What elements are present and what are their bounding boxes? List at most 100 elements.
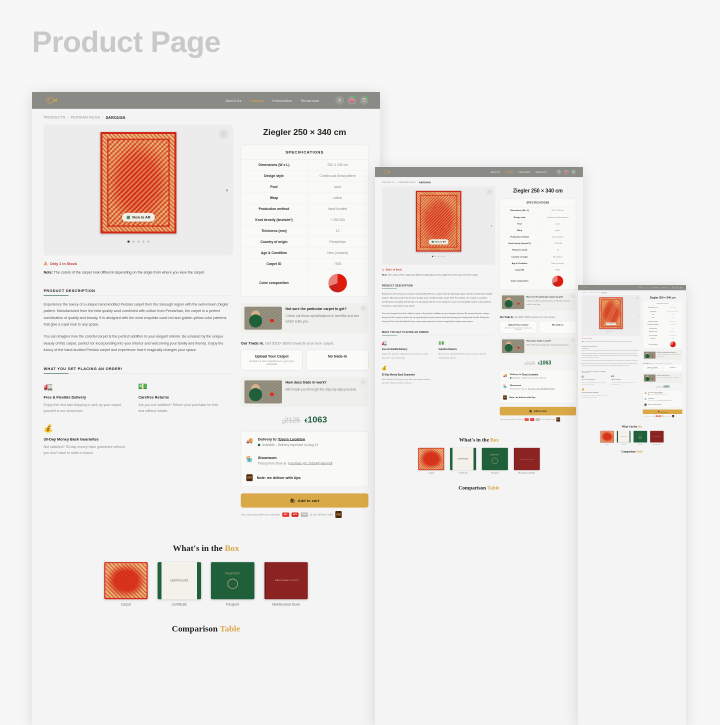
breadcrumb-item[interactable]: PERSIAN RUGS — [71, 115, 100, 119]
nav-link-information[interactable]: Information — [519, 171, 531, 174]
carpet-image[interactable]: ▣ View in AR — [599, 297, 623, 329]
menu-icon[interactable]: ☰ — [359, 95, 369, 105]
chevron-right-icon[interactable]: › — [226, 186, 228, 194]
nav-link-carpets[interactable]: Carpets — [646, 287, 650, 288]
breadcrumb-item[interactable]: PERSIAN RUGS — [590, 292, 599, 293]
video-thumbnail[interactable] — [244, 380, 282, 404]
no-tradein-button[interactable]: No trade-in — [539, 321, 577, 334]
close-circle-icon[interactable]: × — [571, 294, 575, 298]
upload-carpet-button[interactable]: Upload Your Carpet Answer a few question… — [240, 349, 303, 371]
play-icon[interactable] — [651, 378, 654, 380]
search-icon[interactable]: ⚲ — [672, 286, 675, 289]
video-thumbnail[interactable] — [643, 351, 656, 359]
breadcrumb-item[interactable]: SAROUGH — [419, 181, 431, 183]
nav-link-showroom[interactable]: Showroom — [301, 98, 319, 102]
delivery-row[interactable]: 🏪 Showroom Pickup from store at Facetlaa… — [499, 382, 576, 393]
menu-icon[interactable]: ☰ — [679, 286, 683, 289]
carousel-dot[interactable] — [132, 240, 135, 243]
nav-link-about-us[interactable]: About Us — [225, 98, 241, 102]
nav-link-about-us[interactable]: About Us — [638, 287, 643, 288]
close-circle-icon[interactable]: × — [680, 351, 682, 353]
promo-card-tradein[interactable]: How does trade in work? We'll walk you t… — [240, 376, 369, 407]
heart-icon[interactable]: ♡ — [635, 296, 640, 300]
close-circle-icon[interactable]: × — [571, 338, 575, 342]
play-icon[interactable] — [270, 319, 274, 323]
carpet-image[interactable]: ▣ View in AR — [100, 132, 177, 234]
no-tradein-button[interactable]: No trade-in — [306, 349, 369, 371]
add-to-cart-button[interactable]: 🛍 Add to cart — [499, 406, 577, 416]
video-thumbnail[interactable] — [501, 339, 525, 354]
delivery-link[interactable]: *Users Location — [522, 373, 538, 375]
upload-carpet-button[interactable]: Upload Your Carpet Answer a few question… — [499, 321, 537, 334]
carousel-dot[interactable] — [432, 255, 434, 258]
promo-card-specs[interactable]: Not sure the particular carpet to get? C… — [240, 303, 369, 334]
carousel-dot[interactable] — [440, 255, 443, 258]
carousel-dot[interactable] — [613, 331, 615, 332]
video-thumbnail[interactable] — [501, 295, 525, 310]
close-circle-icon[interactable]: × — [680, 374, 682, 376]
product-gallery[interactable]: ♡ › ▣ View in AR — [581, 295, 641, 336]
product-gallery[interactable]: ♡ › ▣ View in AR — [43, 124, 234, 256]
store-address-link[interactable]: Facetlaan 49, 2663AR Bemeldt — [528, 388, 554, 390]
heart-icon[interactable]: ♡ — [486, 189, 493, 196]
add-to-cart-button[interactable]: 🛍 Add to cart — [642, 409, 683, 414]
menu-icon[interactable]: ☰ — [570, 169, 577, 175]
view-in-ar-button[interactable]: ▣ View in AR — [605, 322, 617, 326]
breadcrumb-item[interactable]: PRODUCTS — [382, 181, 395, 183]
breadcrumb-item[interactable]: PRODUCTS — [44, 115, 66, 119]
cart-icon[interactable]: 👛 — [347, 95, 357, 105]
carousel-dot[interactable] — [137, 240, 140, 243]
promo-card-tradein[interactable]: How does trade in work? We'll walk you t… — [499, 337, 577, 356]
video-thumbnail[interactable] — [643, 374, 656, 382]
store-address-link[interactable]: Facetlaan 49, 2663AR Bemeldt — [288, 462, 332, 465]
view-in-ar-button[interactable]: ▣ View in AR — [428, 239, 449, 245]
video-thumbnail[interactable] — [244, 306, 282, 330]
breadcrumb-item[interactable]: SAROUGH — [106, 115, 126, 119]
breadcrumb-item[interactable]: PERSIAN RUGS — [398, 181, 416, 183]
play-icon[interactable] — [270, 392, 274, 396]
promo-card-specs[interactable]: Not sure the particular carpet to get? C… — [499, 293, 577, 312]
nav-link-carpets[interactable]: Carpets — [250, 98, 264, 102]
breadcrumb-item[interactable]: PRODUCTS — [582, 292, 589, 293]
store-address-link[interactable]: Facetlaan 49, 2663AR Bemeldt — [657, 400, 671, 401]
add-to-cart-button[interactable]: 🛍 Add to cart — [240, 493, 369, 508]
delivery-link[interactable]: *Users Location — [277, 437, 305, 441]
view-in-ar-button[interactable]: ▣ View in AR — [121, 212, 155, 222]
nav-link-showroom[interactable]: Showroom — [661, 287, 667, 288]
carousel-dot[interactable] — [142, 240, 145, 243]
play-icon[interactable] — [651, 355, 654, 357]
carousel-dot[interactable] — [147, 240, 150, 243]
nav-link-information[interactable]: Information — [272, 98, 291, 102]
close-circle-icon[interactable]: × — [360, 306, 366, 311]
heart-icon[interactable]: ♡ — [218, 129, 229, 139]
promo-card-specs[interactable]: Not sure the particular carpet to get? C… — [642, 350, 683, 360]
nav-link-about-us[interactable]: About Us — [491, 171, 501, 174]
carousel-dot[interactable] — [127, 240, 130, 243]
chevron-right-icon[interactable]: › — [638, 314, 639, 316]
upload-carpet-button[interactable]: Upload Your Carpet Answer a few question… — [642, 365, 662, 372]
nav-link-showroom[interactable]: Showroom — [536, 171, 547, 174]
search-icon[interactable]: ⚲ — [335, 96, 345, 105]
cart-icon[interactable]: 👛 — [563, 169, 569, 175]
nav-link-information[interactable]: Information — [653, 287, 659, 288]
carousel-dot[interactable] — [437, 255, 440, 258]
cart-icon[interactable]: 👛 — [675, 286, 679, 289]
delivery-row[interactable]: 🚚 Delivery to *Users Location Available … — [499, 371, 576, 382]
chevron-right-icon[interactable]: › — [491, 223, 492, 228]
promo-card-tradein[interactable]: How does trade in work? We'll walk you t… — [642, 373, 683, 383]
delivery-row[interactable]: 🚚 Delivery to *Users Location Available … — [241, 433, 369, 452]
brand-logo-icon[interactable] — [582, 286, 587, 289]
play-icon[interactable] — [517, 302, 520, 305]
carousel-dot[interactable] — [434, 255, 437, 258]
brand-logo-icon[interactable] — [382, 169, 391, 174]
play-icon[interactable] — [517, 346, 520, 349]
search-icon[interactable]: ⚲ — [556, 169, 562, 175]
brand-logo-icon[interactable] — [44, 96, 59, 105]
carpet-image[interactable]: ▣ View in AR — [415, 190, 462, 252]
carousel-dot[interactable] — [443, 255, 446, 258]
close-circle-icon[interactable]: × — [360, 379, 366, 385]
no-tradein-button[interactable]: No trade-in — [663, 365, 683, 372]
nav-link-carpets[interactable]: Carpets — [505, 171, 513, 174]
breadcrumb-item[interactable]: SAROUGH — [601, 292, 607, 293]
delivery-row[interactable]: 🏪 Showroom Pickup from store at Facetlaa… — [241, 451, 369, 470]
